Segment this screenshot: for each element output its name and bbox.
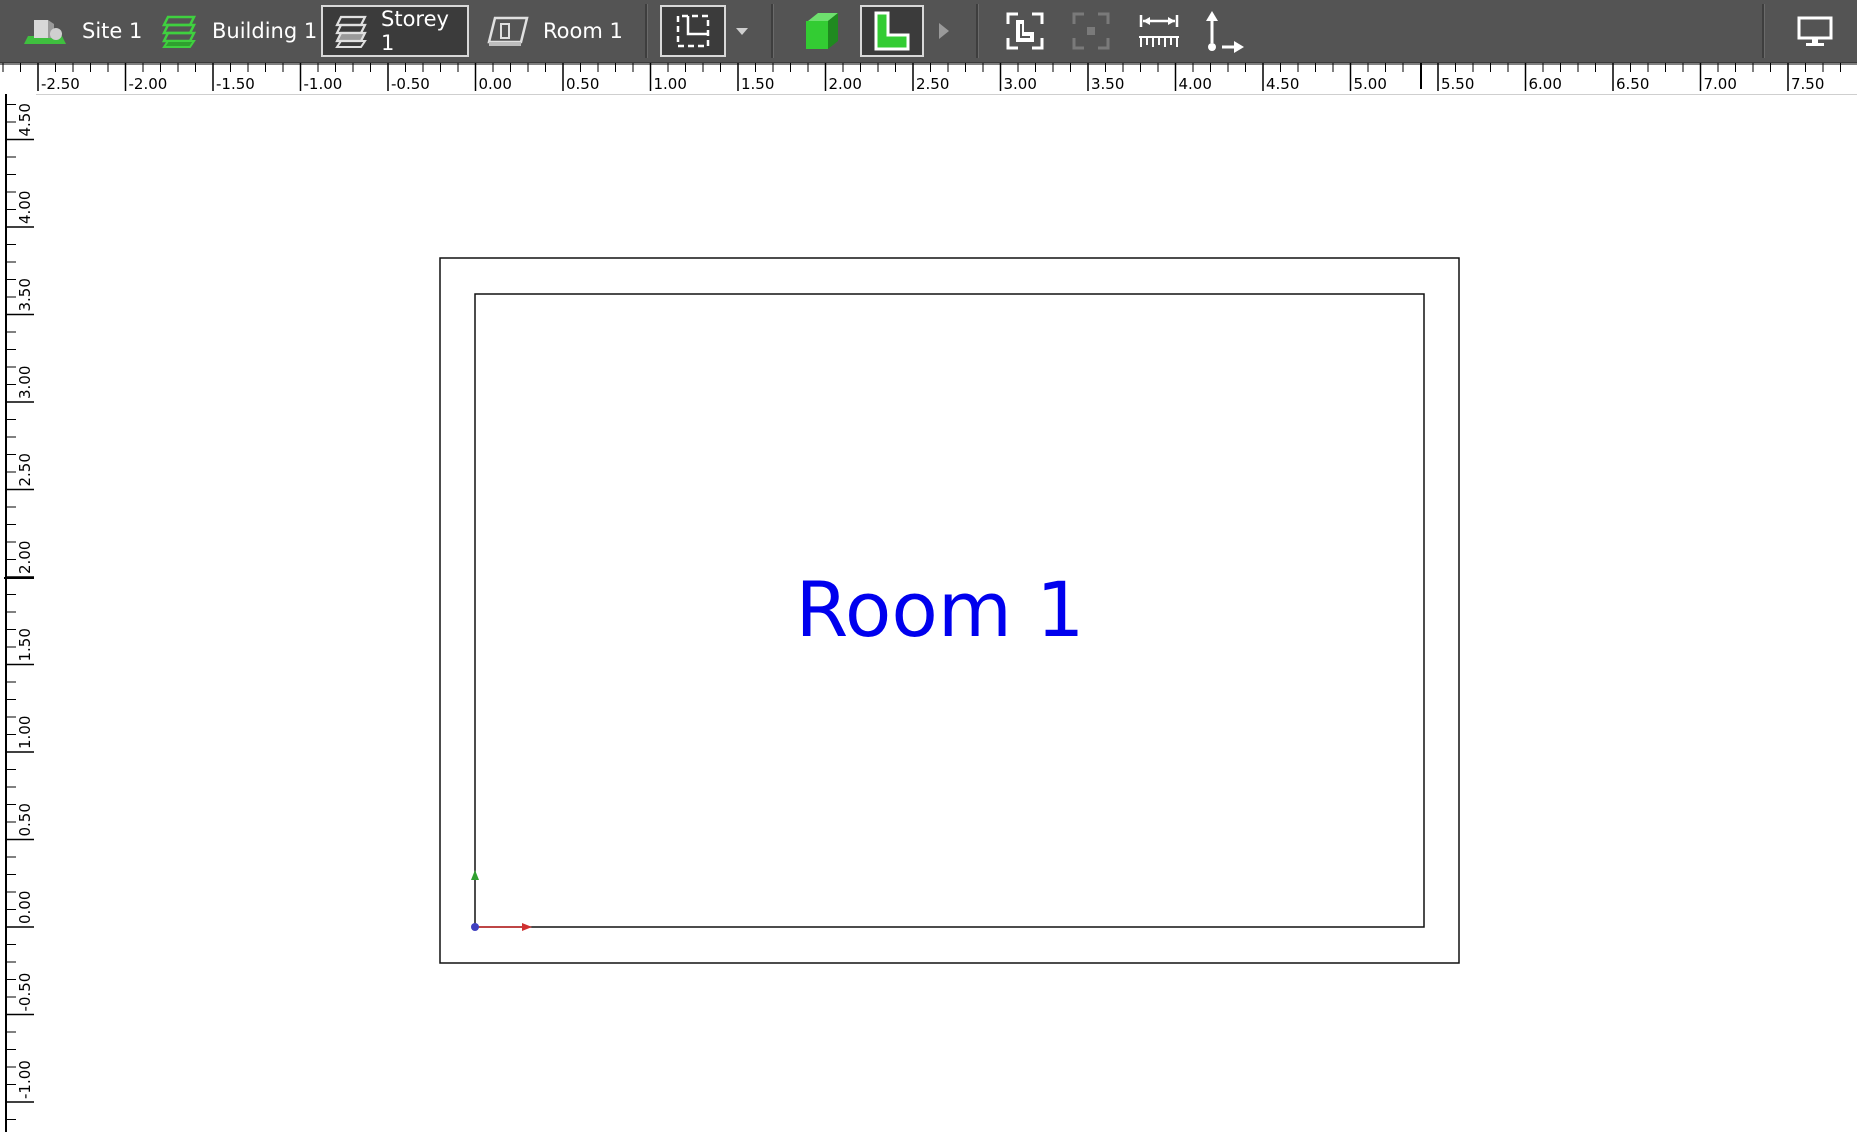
floorplan-2d-button[interactable] <box>860 5 924 57</box>
fit-selection-icon <box>1072 12 1110 50</box>
toolbar-separator <box>771 4 774 58</box>
ruler-tick-label: 0.00 <box>16 891 34 924</box>
measure-tool-button[interactable] <box>1130 5 1188 57</box>
ruler-tick-label: 3.50 <box>16 278 34 311</box>
breadcrumb-room-label: Room 1 <box>543 19 623 43</box>
ruler-tick-label: 5.00 <box>1354 75 1387 93</box>
3d-view-icon <box>806 13 838 49</box>
ruler-tick-label: 2.00 <box>829 75 862 93</box>
axis-origin-button[interactable] <box>1198 5 1250 57</box>
ruler-tick-label: -0.50 <box>16 973 34 1012</box>
display-icon <box>1797 16 1833 46</box>
play-arrow-icon <box>939 23 949 39</box>
site-icon <box>24 20 66 44</box>
y-axis-arrow-icon <box>471 870 479 880</box>
display-button[interactable] <box>1786 5 1844 57</box>
breadcrumb-room[interactable]: Room 1 <box>485 5 625 57</box>
toolbar-separator <box>1762 4 1765 58</box>
toolbar: Site 1 Building 1 Storey 1 Room 1 <box>0 0 1857 63</box>
fit-selection-button[interactable] <box>1064 5 1118 57</box>
horizontal-ruler[interactable]: -2.50 -2.00 -1.50 -1.00 -0.50 0.00 0.50 1.00 1.5… <box>0 63 1857 95</box>
fit-view-button[interactable] <box>998 5 1052 57</box>
ruler-tick-label: 2.50 <box>16 453 34 486</box>
room-icon <box>487 16 529 46</box>
ruler-tick-label: 1.00 <box>16 716 34 749</box>
ruler-tick-label: 4.50 <box>16 103 34 136</box>
ruler-tick-label: 1.00 <box>654 75 687 93</box>
ruler-tick-label: 0.00 <box>479 75 512 93</box>
fit-view-icon <box>1006 12 1044 50</box>
floorplan-2d-icon <box>874 11 910 51</box>
x-axis-arrow-icon <box>522 923 532 931</box>
room-label[interactable]: Room 1 <box>700 562 1180 658</box>
ruler-tick-label: 6.00 <box>1529 75 1562 93</box>
breadcrumb-site[interactable]: Site 1 <box>22 5 150 57</box>
ruler-tick-label: 3.50 <box>1091 75 1124 93</box>
breadcrumb-storey-label: Storey 1 <box>381 7 449 55</box>
origin-point-icon <box>471 923 479 931</box>
floorplan-select-icon <box>676 14 710 48</box>
ruler-tick-label: -2.00 <box>129 75 168 93</box>
play-button[interactable] <box>928 5 960 57</box>
axis-origin-icon <box>1206 11 1244 53</box>
ruler-tick-label: 0.50 <box>566 75 599 93</box>
ruler-tick-label: 7.00 <box>1704 75 1737 93</box>
ruler-tick-label: -1.00 <box>16 1060 34 1099</box>
toolbar-separator <box>645 4 648 58</box>
storey-icon <box>335 15 367 48</box>
ruler-tick-label: 3.00 <box>16 366 34 399</box>
ruler-tick-label: 4.00 <box>16 191 34 224</box>
ruler-tick-label: 6.50 <box>1616 75 1649 93</box>
ruler-tick-label: 0.50 <box>16 803 34 836</box>
ruler-tick-label: 5.50 <box>1441 75 1474 93</box>
ruler-tick-label: -0.50 <box>391 75 430 93</box>
toolbar-separator <box>976 4 979 58</box>
breadcrumb-building[interactable]: Building 1 <box>160 5 318 57</box>
3d-view-button[interactable] <box>790 5 852 57</box>
ruler-tick-label: 2.00 <box>16 541 34 574</box>
ruler-tick-label: 2.50 <box>916 75 949 93</box>
breadcrumb-building-label: Building 1 <box>212 19 318 43</box>
dropdown-arrow-icon <box>736 28 748 35</box>
ruler-tick-label: -1.50 <box>216 75 255 93</box>
floorplan-select-button[interactable] <box>660 5 726 57</box>
measure-tool-icon <box>1139 15 1179 47</box>
ruler-tick-label: -1.00 <box>304 75 343 93</box>
building-icon <box>161 15 197 48</box>
ruler-tick-label: 4.00 <box>1179 75 1212 93</box>
ruler-tick-label: 1.50 <box>741 75 774 93</box>
ruler-tick-label: 1.50 <box>16 628 34 661</box>
ruler-tick-label: -2.50 <box>41 75 80 93</box>
vertical-ruler[interactable]: 4.50 4.00 3.50 3.00 2.50 2.00 1.50 1.00 0.50 0.00… <box>0 69 36 1132</box>
breadcrumb-storey[interactable]: Storey 1 <box>321 5 469 57</box>
breadcrumb-site-label: Site 1 <box>82 19 143 43</box>
ruler-tick-label: 3.00 <box>1004 75 1037 93</box>
ruler-tick-label: 4.50 <box>1266 75 1299 93</box>
floorplan-select-dropdown[interactable] <box>728 5 756 57</box>
ruler-tick-label: 7.50 <box>1791 75 1824 93</box>
